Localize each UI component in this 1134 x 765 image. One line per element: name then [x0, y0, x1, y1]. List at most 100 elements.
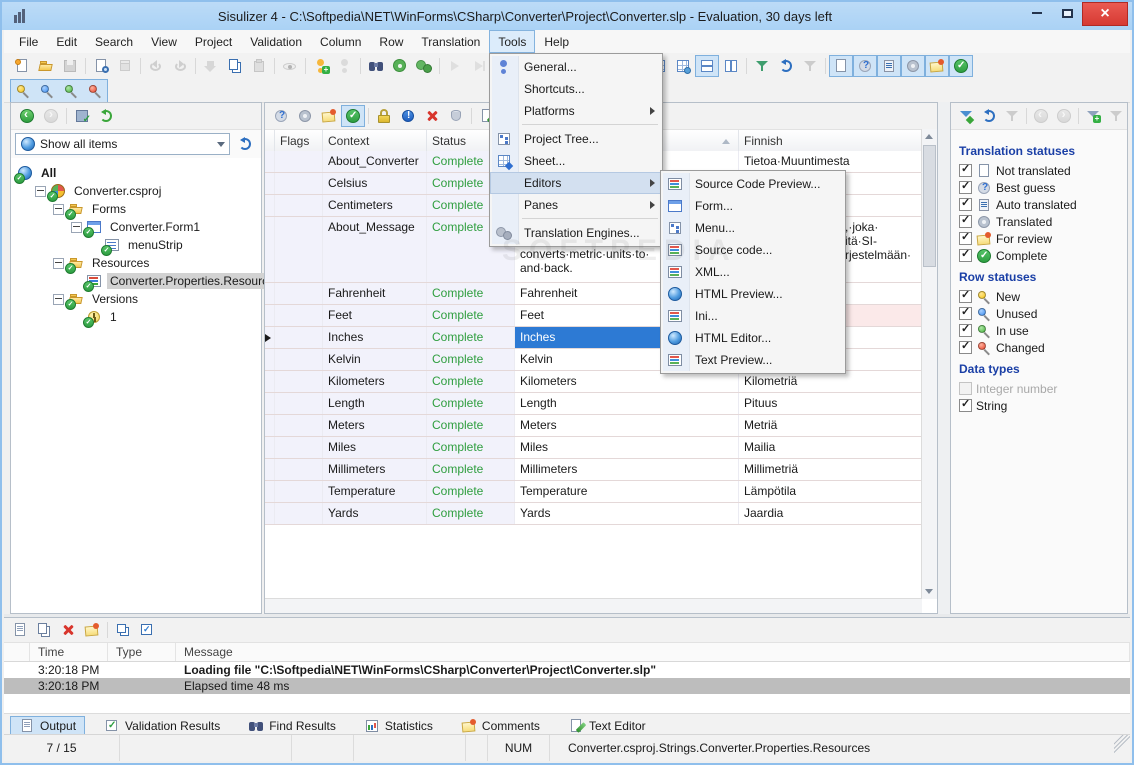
new-project-icon[interactable]: [10, 55, 34, 77]
row-status-filter-row[interactable]: In use: [959, 322, 1127, 339]
cell-context[interactable]: Millimeters: [323, 459, 427, 480]
exchange-db-icon[interactable]: [444, 105, 468, 127]
next-filter-icon[interactable]: [1052, 105, 1075, 127]
cell-finnish[interactable]: Mailia: [739, 437, 922, 458]
update-project-icon[interactable]: [388, 55, 412, 77]
cell-status[interactable]: Complete: [427, 503, 515, 524]
cell-english[interactable]: Temperature: [515, 481, 739, 502]
tree-item[interactable]: Converter.csproj: [11, 182, 261, 200]
menu-item[interactable]: Panes: [490, 194, 662, 216]
pin-unused-icon[interactable]: [35, 80, 59, 102]
run-icon[interactable]: [443, 55, 467, 77]
menubar-item[interactable]: Search: [86, 30, 142, 53]
menubar-item[interactable]: Column: [311, 30, 370, 53]
submenu-item[interactable]: Menu...: [661, 217, 845, 239]
refresh-grid-icon[interactable]: [774, 55, 798, 77]
cell-context[interactable]: Miles: [323, 437, 427, 458]
checkbox[interactable]: [959, 181, 972, 194]
save-icon[interactable]: [58, 55, 82, 77]
delete-icon[interactable]: [420, 105, 444, 127]
tree-refresh-button[interactable]: [233, 133, 257, 155]
minimize-button[interactable]: [1022, 2, 1052, 24]
maximize-button[interactable]: [1052, 2, 1082, 24]
status-best-guess-icon[interactable]: [269, 105, 293, 127]
checkbox[interactable]: [959, 324, 972, 337]
forward-icon[interactable]: [39, 105, 63, 127]
translation-status-filter-row[interactable]: Complete: [959, 247, 1127, 264]
status-translated-icon[interactable]: [293, 105, 317, 127]
cell-status[interactable]: Complete: [427, 415, 515, 436]
cell-finnish[interactable]: Lämpötila: [739, 481, 922, 502]
translation-status-filter-row[interactable]: Auto translated: [959, 196, 1127, 213]
cell-english[interactable]: Meters: [515, 415, 739, 436]
scrollbar-thumb[interactable]: [923, 145, 936, 267]
cell-status[interactable]: Complete: [427, 283, 515, 304]
tree-expander-icon[interactable]: [53, 294, 64, 305]
show-for-review-icon[interactable]: [925, 55, 949, 77]
horizontal-scrollbar[interactable]: [265, 598, 922, 613]
tree-item[interactable]: menuStrip: [11, 236, 261, 254]
cell-finnish[interactable]: Metriä: [739, 415, 922, 436]
cell-flags[interactable]: [275, 415, 323, 436]
translation-status-filter-row[interactable]: For review: [959, 230, 1127, 247]
log-document-icon[interactable]: [8, 619, 32, 641]
log-header-message[interactable]: Message: [176, 643, 1130, 661]
tree-expander-icon[interactable]: [71, 222, 82, 233]
submenu-item[interactable]: Form...: [661, 195, 845, 217]
add-filter-icon[interactable]: [1082, 105, 1105, 127]
cell-finnish[interactable]: Jaardia: [739, 503, 922, 524]
preview-icon[interactable]: [89, 55, 113, 77]
cell-context[interactable]: Yards: [323, 503, 427, 524]
back-icon[interactable]: [15, 105, 39, 127]
menu-item[interactable]: Shortcuts...: [490, 78, 662, 100]
cell-context[interactable]: Meters: [323, 415, 427, 436]
table-row[interactable]: Kilometers Complete Kilometers Kilometri…: [265, 371, 922, 393]
menu-item[interactable]: Platforms: [490, 100, 662, 122]
table-row[interactable]: Length Complete Length Pituus: [265, 393, 922, 415]
build-icon[interactable]: [113, 55, 137, 77]
paste-icon[interactable]: [247, 55, 271, 77]
checkbox[interactable]: [959, 164, 972, 177]
status-complete-icon[interactable]: [341, 105, 365, 127]
log-copy-icon[interactable]: [32, 619, 56, 641]
cell-flags[interactable]: [275, 195, 323, 216]
cell-status[interactable]: Complete: [427, 327, 515, 348]
scan-sources-icon[interactable]: [364, 55, 388, 77]
close-button[interactable]: [1082, 2, 1128, 26]
panel-tab[interactable]: Output: [10, 716, 85, 736]
cell-finnish[interactable]: Millimetriä: [739, 459, 922, 480]
panel-tab[interactable]: Comments: [452, 716, 549, 736]
log-notes-icon[interactable]: [80, 619, 104, 641]
table-row[interactable]: Millimeters Complete Millimeters Millime…: [265, 459, 922, 481]
delete-filter-icon[interactable]: [1104, 105, 1127, 127]
cell-status[interactable]: Complete: [427, 481, 515, 502]
menu-item[interactable]: Project Tree...: [490, 128, 662, 150]
pin-in-use-icon[interactable]: [59, 80, 83, 102]
tree-expander-icon[interactable]: [53, 204, 64, 215]
split-vertical-icon[interactable]: [719, 55, 743, 77]
split-horizontal-icon[interactable]: [695, 55, 719, 77]
cell-context[interactable]: Kelvin: [323, 349, 427, 370]
cell-flags[interactable]: [275, 327, 323, 348]
cell-finnish[interactable]: Kilometriä: [739, 371, 922, 392]
redo-icon[interactable]: [168, 55, 192, 77]
filter-clear-icon[interactable]: [1000, 105, 1023, 127]
cell-context[interactable]: Inches: [323, 327, 427, 348]
header-context[interactable]: Context: [323, 130, 427, 152]
tree-item[interactable]: Resources: [11, 254, 261, 272]
log-copy-window-icon[interactable]: [111, 619, 135, 641]
view-options-icon[interactable]: [278, 55, 302, 77]
header-finnish[interactable]: Finnish: [739, 130, 937, 152]
submenu-item[interactable]: Ini...: [661, 305, 845, 327]
cell-flags[interactable]: [275, 217, 323, 282]
language-icon[interactable]: [333, 55, 357, 77]
tree-item[interactable]: Forms: [11, 200, 261, 218]
checkbox[interactable]: [959, 215, 972, 228]
cell-english[interactable]: Miles: [515, 437, 739, 458]
cell-status[interactable]: Complete: [427, 459, 515, 480]
cell-finnish[interactable]: Pituus: [739, 393, 922, 414]
row-status-filter-row[interactable]: Unused: [959, 305, 1127, 322]
table-row[interactable]: Meters Complete Meters Metriä: [265, 415, 922, 437]
submenu-item[interactable]: Source code...: [661, 239, 845, 261]
checkbox[interactable]: [959, 307, 972, 320]
